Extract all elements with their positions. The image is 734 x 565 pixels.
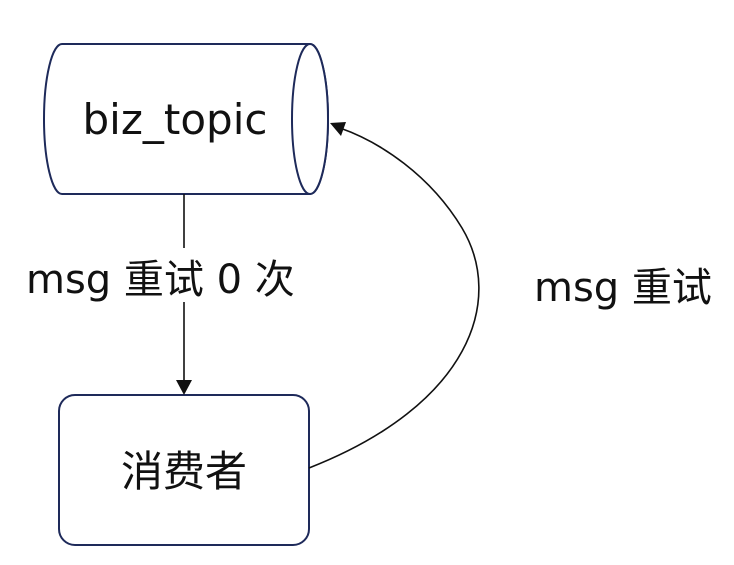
consumer-label: 消费者 bbox=[121, 447, 247, 496]
retry-curve bbox=[308, 127, 480, 469]
deliver-edge: msg 重试 0 次 bbox=[26, 194, 295, 395]
topic-label: biz_topic bbox=[83, 95, 268, 144]
cylinder-end-cap bbox=[291, 43, 329, 195]
retry-edge: msg 重试 bbox=[308, 122, 712, 469]
diagram-canvas: biz_topic 消费者 msg 重试 0 次 msg 重试 bbox=[26, 43, 712, 546]
deliver-arrowhead bbox=[176, 380, 192, 395]
consumer-box: 消费者 bbox=[58, 394, 310, 546]
retry-edge-label: msg 重试 bbox=[534, 265, 712, 311]
deliver-edge-label: msg 重试 0 次 bbox=[26, 257, 295, 303]
topic-cylinder: biz_topic bbox=[43, 43, 329, 195]
